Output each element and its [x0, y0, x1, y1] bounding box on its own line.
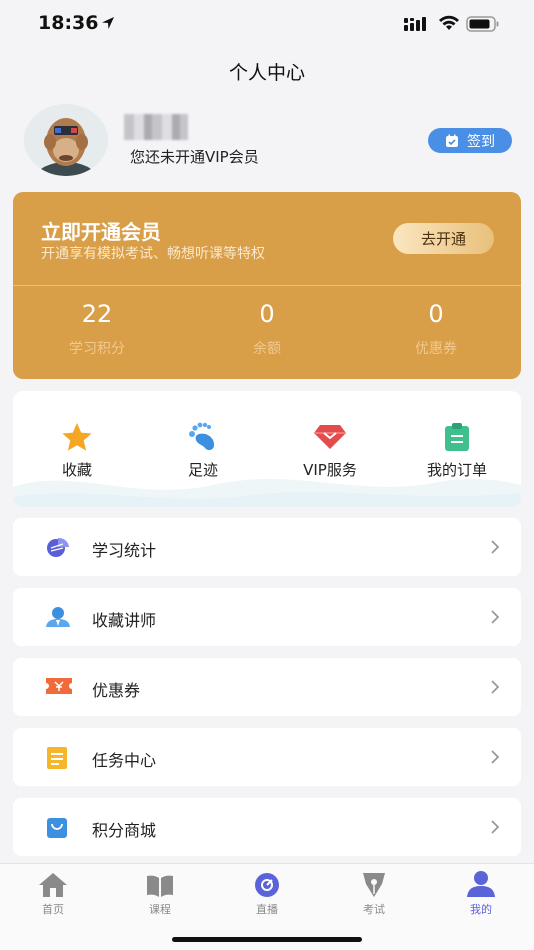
chevron-right-icon	[491, 750, 500, 764]
status-time: 18:36	[38, 12, 99, 34]
calendar-check-icon	[446, 134, 458, 147]
member-status-text: 您还未开通VIP会员	[130, 148, 259, 166]
vip-title: 立即开通会员	[41, 220, 161, 244]
battery-icon	[466, 16, 499, 32]
book-icon	[147, 875, 173, 897]
menu-row-points-mall[interactable]: 积分商城	[13, 798, 521, 856]
vip-subtitle: 开通享有模拟考试、畅想听课等特权	[41, 246, 265, 262]
tab-exam[interactable]: 考试	[344, 870, 404, 917]
stat-balance[interactable]: 0 余额	[197, 300, 337, 358]
tab-live[interactable]: 直播	[237, 870, 297, 917]
user-icon	[467, 871, 495, 897]
stat-value: 0	[259, 300, 275, 328]
stat-value: 22	[81, 300, 113, 328]
status-bar: 18:36	[0, 0, 534, 50]
menu-row-task-center[interactable]: 任务中心	[13, 728, 521, 786]
pen-icon	[363, 873, 385, 897]
coupon-icon	[46, 678, 72, 694]
avatar[interactable]	[24, 104, 108, 176]
menu-label: 任务中心	[92, 751, 157, 770]
username-blurred	[124, 114, 188, 140]
pie-chart-icon	[47, 537, 69, 557]
chevron-right-icon	[491, 610, 500, 624]
checkin-button[interactable]: 签到	[428, 128, 512, 153]
teacher-icon	[46, 607, 70, 627]
quick-actions-panel: 收藏 足迹 VIP服务 我的订单	[13, 391, 521, 507]
menu-label: 积分商城	[92, 821, 157, 840]
chevron-right-icon	[491, 820, 500, 834]
tab-label: 课程	[149, 903, 171, 916]
location-arrow-icon	[102, 17, 114, 29]
vip-divider	[13, 285, 521, 286]
menu-label: 优惠券	[92, 681, 141, 700]
stat-label: 学习积分	[69, 341, 125, 357]
menu-label: 收藏讲师	[92, 611, 157, 630]
quick-action-label: VIP服务	[303, 461, 357, 479]
footprint-icon	[189, 422, 215, 451]
chevron-right-icon	[491, 680, 500, 694]
task-icon	[47, 747, 67, 769]
open-vip-button[interactable]: 去开通	[393, 223, 494, 254]
stat-label: 余额	[253, 341, 281, 357]
stat-value: 0	[428, 300, 444, 328]
tab-courses[interactable]: 课程	[130, 870, 190, 917]
stat-coupons[interactable]: 0 优惠券	[366, 300, 506, 358]
quick-action-label: 足迹	[187, 461, 218, 479]
menu-row-favorite-teachers[interactable]: 收藏讲师	[13, 588, 521, 646]
wifi-icon	[439, 15, 459, 30]
shopping-bag-icon	[47, 818, 67, 838]
tab-home[interactable]: 首页	[23, 870, 83, 917]
chevron-right-icon	[491, 540, 500, 554]
quick-action-label: 收藏	[61, 461, 92, 479]
stat-study-points[interactable]: 22 学习积分	[27, 300, 167, 358]
tab-label: 首页	[42, 903, 64, 916]
star-icon	[62, 423, 92, 451]
tab-mine[interactable]: 我的	[451, 870, 511, 917]
quick-action-footprints[interactable]: 足迹	[148, 421, 258, 480]
quick-action-my-orders[interactable]: 我的订单	[402, 421, 512, 480]
menu-label: 学习统计	[92, 541, 157, 560]
quick-action-label: 我的订单	[426, 461, 487, 479]
stat-label: 优惠券	[415, 341, 457, 357]
checkin-label: 签到	[467, 133, 495, 150]
cellular-signal-icon	[404, 17, 426, 31]
page-title: 个人中心	[228, 62, 305, 84]
tab-label: 考试	[363, 903, 385, 916]
home-icon	[39, 873, 67, 897]
vip-card: 立即开通会员 开通享有模拟考试、畅想听课等特权 去开通 22 学习积分 0 余额…	[13, 192, 521, 379]
home-indicator	[172, 937, 362, 942]
diamond-icon	[314, 425, 346, 449]
live-icon	[255, 873, 279, 897]
tab-label: 我的	[470, 903, 492, 916]
quick-action-vip-service[interactable]: VIP服务	[275, 421, 385, 480]
clipboard-icon	[445, 423, 469, 451]
tab-label: 直播	[256, 903, 278, 916]
menu-row-study-stats[interactable]: 学习统计	[13, 518, 521, 576]
menu-row-coupons[interactable]: 优惠券	[13, 658, 521, 716]
quick-action-favorites[interactable]: 收藏	[22, 421, 132, 480]
